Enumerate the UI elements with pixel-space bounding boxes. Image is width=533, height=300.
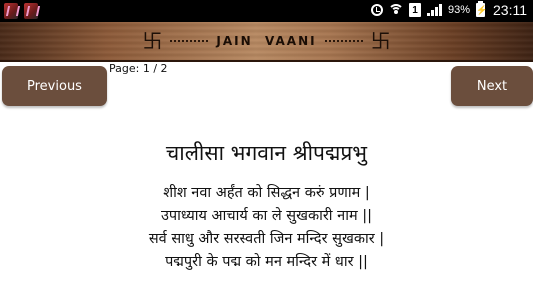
app-header-banner: 卐 JAIN VAANI 卐 xyxy=(0,22,533,62)
battery-charging-icon xyxy=(476,1,485,17)
verse-line: उपाध्याय आचार्य का ले सुखकारी नाम || xyxy=(160,208,373,224)
wifi-icon xyxy=(388,4,403,16)
divider xyxy=(170,40,209,42)
app-title: JAIN VAANI xyxy=(216,34,317,48)
verse-line: पद्मपुरी के पद्म को मन मन्दिर में धार || xyxy=(165,254,368,270)
signal-icon xyxy=(426,4,442,16)
page-indicator: Page: 1 / 2 xyxy=(109,62,168,75)
swastika-icon: 卐 xyxy=(142,29,163,53)
app-notification-icon xyxy=(4,3,18,19)
alarm-icon xyxy=(370,4,383,16)
page-title: चालीसा भगवान श्रीपद्मप्रभु xyxy=(165,141,368,165)
sim-icon: 1 xyxy=(408,3,421,17)
previous-button[interactable]: Previous xyxy=(2,66,107,106)
verse-line: शीश नवा अर्हंत को सिद्धन करुं प्रणाम | xyxy=(163,185,370,201)
status-bar: 1 93% 23:11 xyxy=(0,0,533,22)
battery-percent: 93% xyxy=(447,4,470,16)
swastika-icon: 卐 xyxy=(370,29,391,53)
verse-line: सर्व साधु और सरस्वती जिन मन्दिर सुखकार | xyxy=(148,231,385,247)
next-button[interactable]: Next xyxy=(451,66,533,106)
divider xyxy=(324,40,363,42)
clock: 23:11 xyxy=(493,2,527,18)
chalisa-content: चालीसा भगवान श्रीपद्मप्रभु शीश नवा अर्हं… xyxy=(0,138,533,274)
app-notification-icon xyxy=(24,3,38,19)
notification-icons xyxy=(4,3,38,19)
system-icons: 1 93% 23:11 xyxy=(370,1,527,18)
